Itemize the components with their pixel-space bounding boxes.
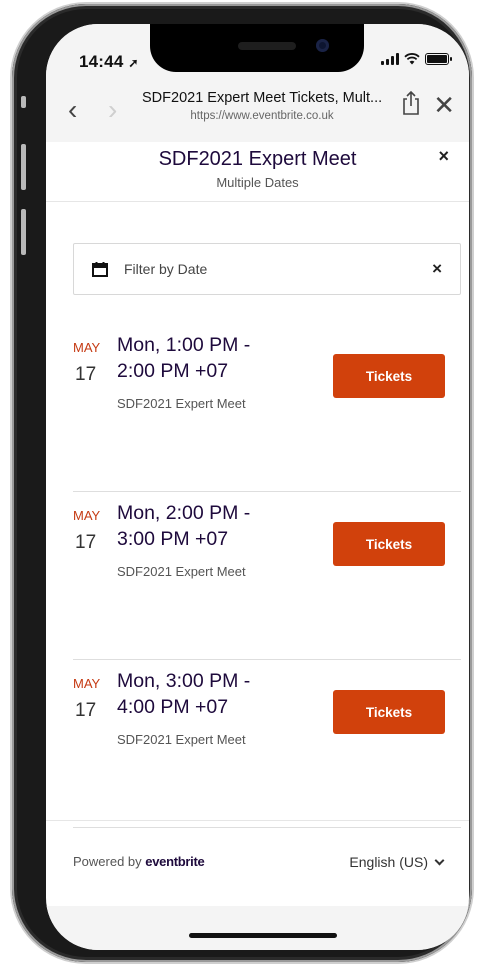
phone-frame: 14:44 ➚ ‹ › SDF2021 Expert Meet Tickets,… bbox=[12, 4, 472, 962]
list-item: MAY 17 Mon, 2:00 PM - 3:00 PM +07 SDF202… bbox=[73, 492, 461, 660]
page-title: SDF2021 Expert Meet bbox=[158, 148, 357, 170]
front-camera bbox=[316, 39, 329, 52]
signal-icon bbox=[381, 53, 399, 65]
filter-label: Filter by Date bbox=[124, 261, 208, 277]
event-day: 17 bbox=[75, 364, 97, 385]
location-arrow-icon: ➚ bbox=[128, 56, 139, 70]
event-name: SDF2021 Expert Meet bbox=[117, 396, 246, 411]
status-time: 14:44 ➚ bbox=[79, 52, 139, 71]
event-time: Mon, 2:00 PM - 3:00 PM +07 bbox=[117, 502, 251, 550]
tickets-button[interactable]: Tickets bbox=[333, 522, 445, 566]
language-select[interactable]: English (US) bbox=[349, 854, 445, 870]
event-month: MAY bbox=[73, 508, 101, 523]
filter-by-date[interactable]: Filter by Date × bbox=[73, 243, 461, 295]
speaker bbox=[238, 42, 296, 50]
status-icons bbox=[381, 53, 452, 65]
eventbrite-logo[interactable]: eventbrite bbox=[145, 854, 204, 869]
share-icon[interactable] bbox=[401, 90, 421, 116]
wifi-icon bbox=[404, 53, 420, 65]
volume-up-button bbox=[21, 144, 26, 190]
filter-clear-button[interactable]: × bbox=[432, 259, 442, 279]
footer-divider bbox=[46, 820, 469, 821]
modal-close-button[interactable]: × bbox=[438, 146, 449, 167]
tickets-button[interactable]: Tickets bbox=[333, 354, 445, 398]
event-day: 17 bbox=[75, 700, 97, 721]
event-name: SDF2021 Expert Meet bbox=[117, 732, 246, 747]
page-subtitle: Multiple Dates bbox=[216, 175, 299, 190]
powered-by: Powered by eventbrite bbox=[73, 854, 205, 869]
event-month: MAY bbox=[73, 676, 101, 691]
calendar-icon bbox=[92, 262, 108, 277]
tickets-button[interactable]: Tickets bbox=[333, 690, 445, 734]
battery-icon bbox=[425, 53, 452, 65]
chevron-right-icon[interactable]: › bbox=[108, 96, 117, 124]
event-name: SDF2021 Expert Meet bbox=[117, 564, 246, 579]
event-month: MAY bbox=[73, 340, 101, 355]
event-time: Mon, 3:00 PM - 4:00 PM +07 bbox=[117, 670, 251, 718]
chevron-down-icon bbox=[434, 855, 445, 866]
mute-switch bbox=[21, 96, 26, 108]
event-time: Mon, 1:00 PM - 2:00 PM +07 bbox=[117, 334, 251, 382]
chevron-left-icon[interactable]: ‹ bbox=[68, 96, 77, 124]
notch bbox=[150, 24, 364, 72]
home-indicator[interactable] bbox=[189, 933, 337, 938]
browser-page-title: SDF2021 Expert Meet Tickets, Mult... bbox=[142, 90, 382, 106]
modal-header: SDF2021 Expert Meet Multiple Dates × bbox=[46, 142, 469, 202]
bottom-bar bbox=[46, 906, 469, 950]
event-day: 17 bbox=[75, 532, 97, 553]
screen: 14:44 ➚ ‹ › SDF2021 Expert Meet Tickets,… bbox=[46, 24, 469, 950]
list-item: MAY 17 Mon, 3:00 PM - 4:00 PM +07 SDF202… bbox=[73, 660, 461, 828]
close-icon[interactable]: ✕ bbox=[433, 92, 455, 118]
divider bbox=[73, 827, 461, 828]
volume-down-button bbox=[21, 209, 26, 255]
browser-url[interactable]: https://www.eventbrite.co.uk bbox=[142, 110, 382, 122]
list-item: MAY 17 Mon, 1:00 PM - 2:00 PM +07 SDF202… bbox=[73, 324, 461, 492]
